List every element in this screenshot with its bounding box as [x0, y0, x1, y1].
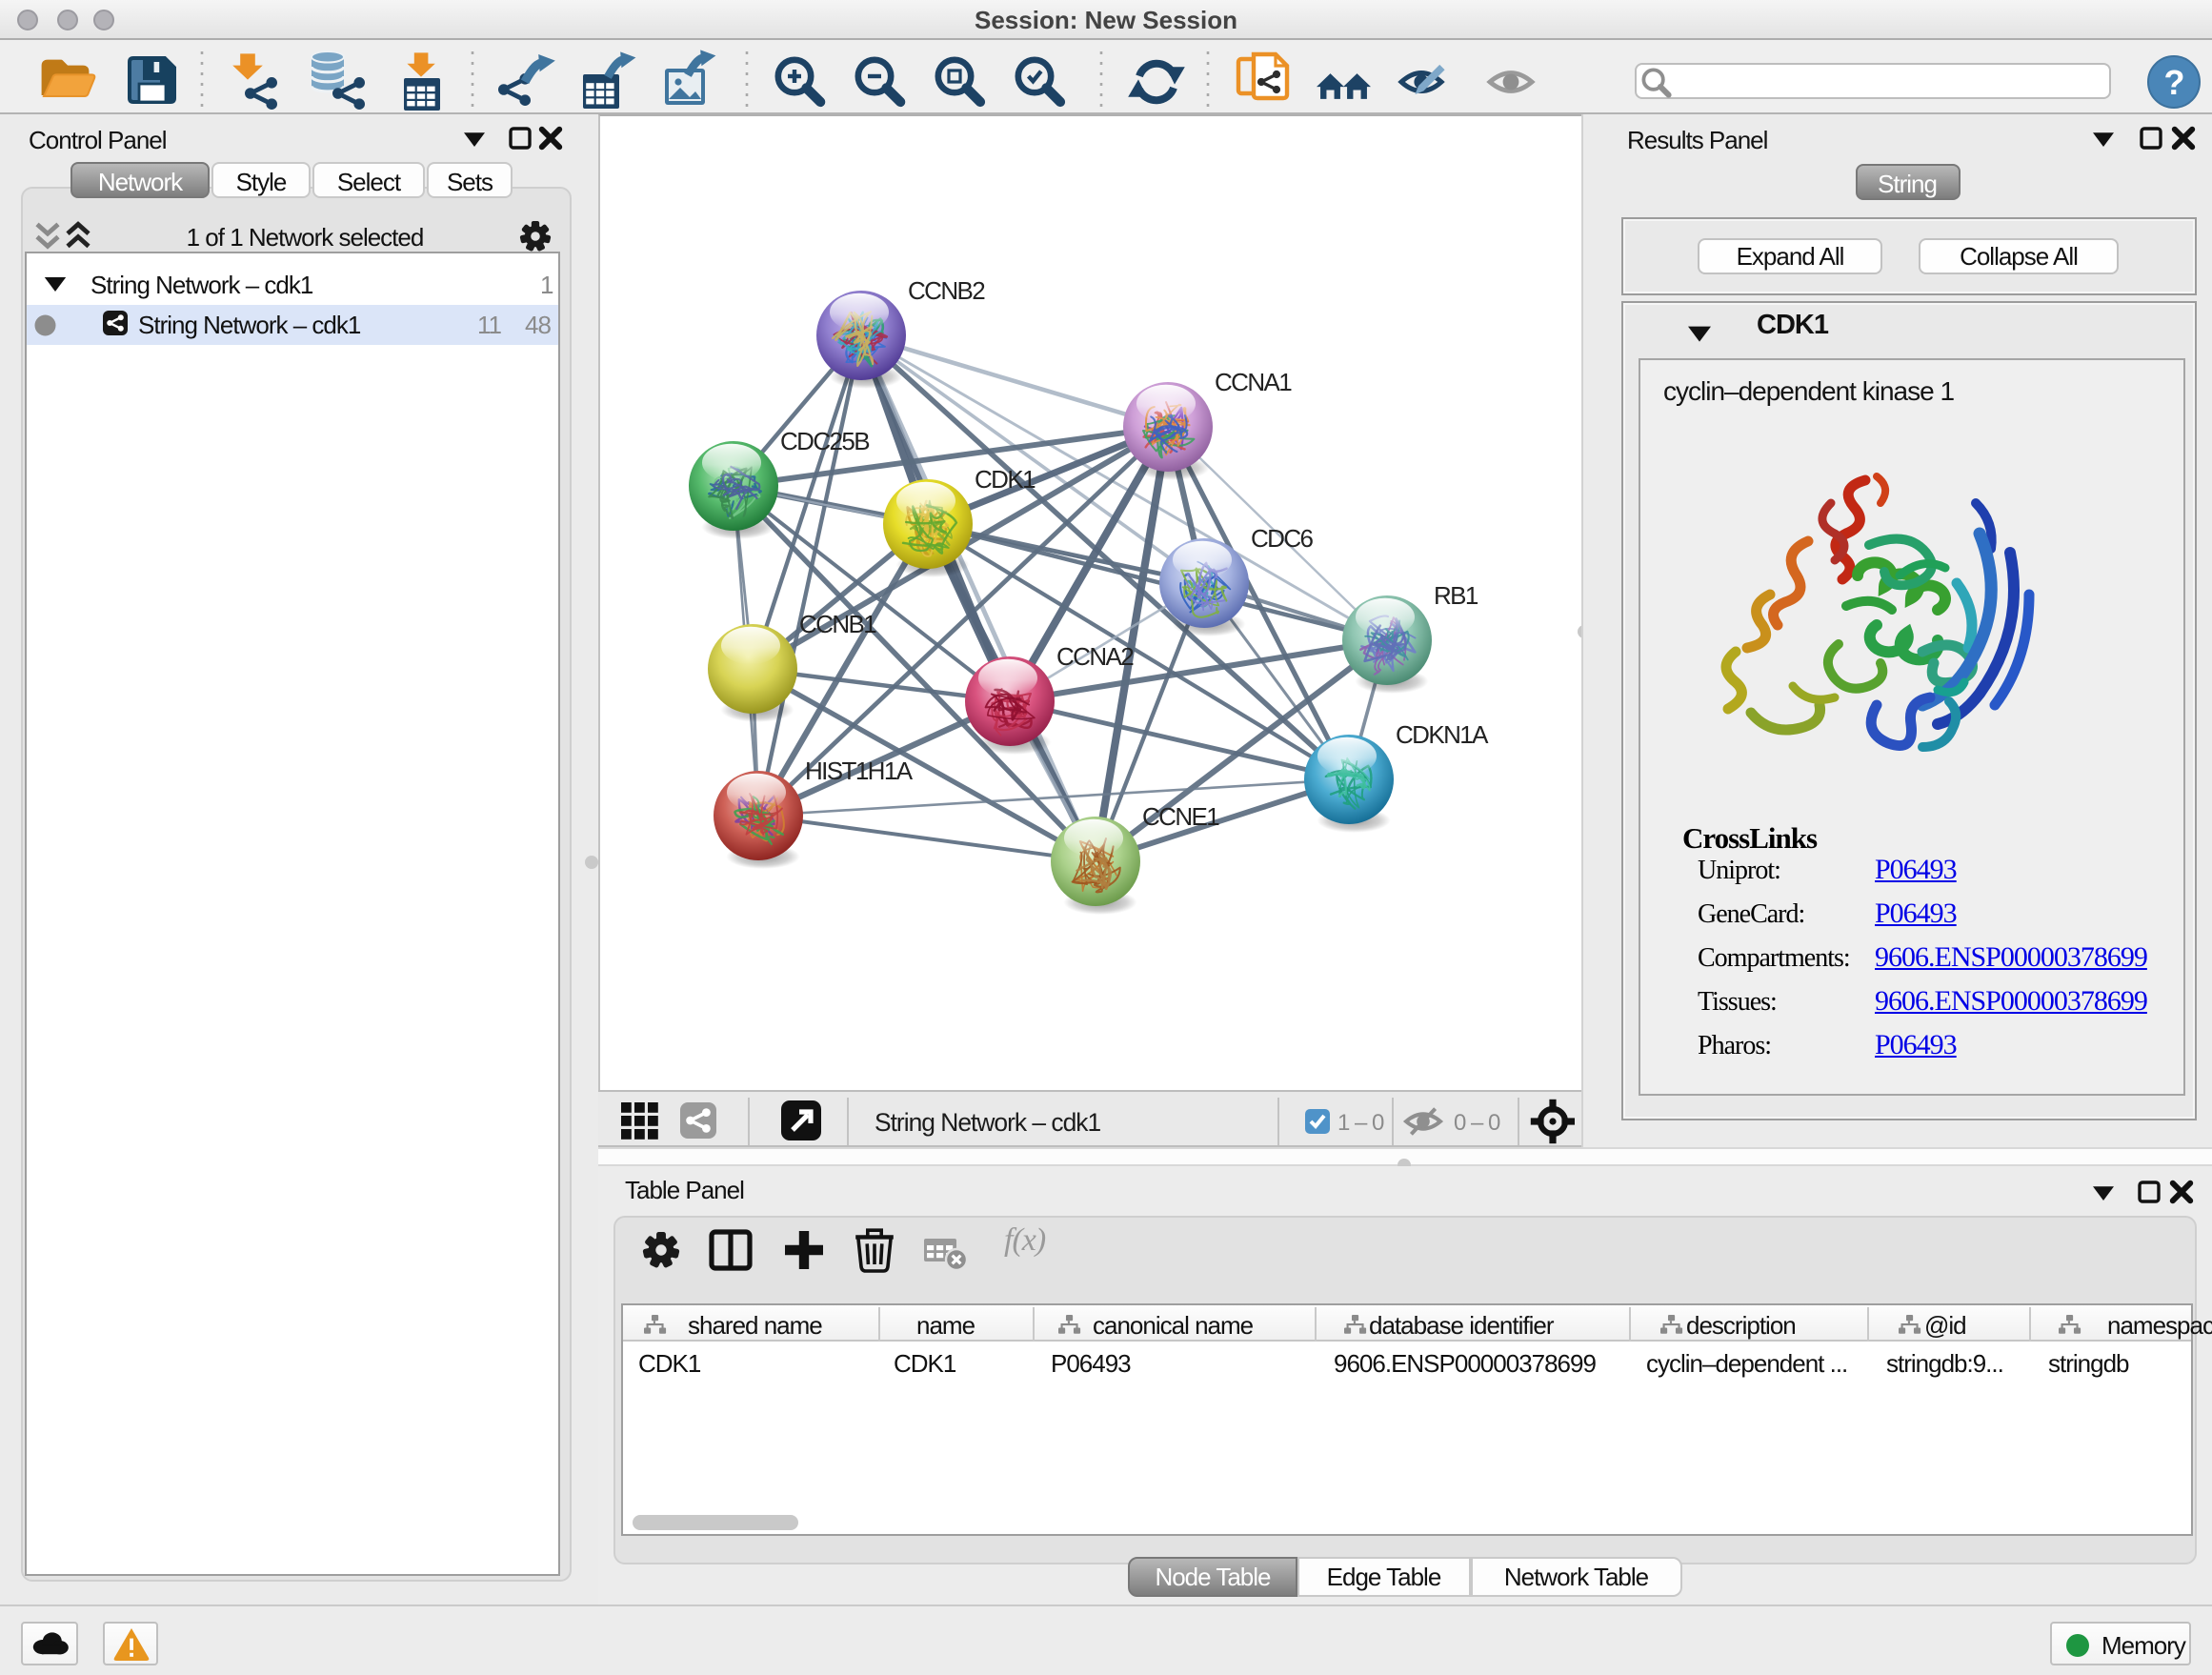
svg-text:?: ? — [2164, 63, 2184, 102]
svg-text:CCNE1: CCNE1 — [1142, 802, 1219, 831]
svg-text:CDKN1A: CDKN1A — [1396, 720, 1489, 749]
svg-text:CDK1: CDK1 — [975, 465, 1036, 494]
svg-text:String Network – cdk1: String Network – cdk1 — [875, 1108, 1100, 1137]
svg-text:CCNB1: CCNB1 — [799, 610, 876, 638]
svg-text:CCNA1: CCNA1 — [1215, 368, 1292, 396]
svg-text:CCNB2: CCNB2 — [908, 276, 985, 305]
svg-text:RB1: RB1 — [1434, 581, 1478, 610]
svg-text:CCNA2: CCNA2 — [1056, 642, 1134, 671]
svg-text:HIST1H1A: HIST1H1A — [805, 757, 914, 785]
svg-text:0 – 0: 0 – 0 — [1454, 1110, 1500, 1136]
svg-text:CDC6: CDC6 — [1251, 524, 1314, 553]
svg-text:CDC25B: CDC25B — [780, 427, 869, 455]
svg-text:1 – 0: 1 – 0 — [1337, 1110, 1384, 1136]
